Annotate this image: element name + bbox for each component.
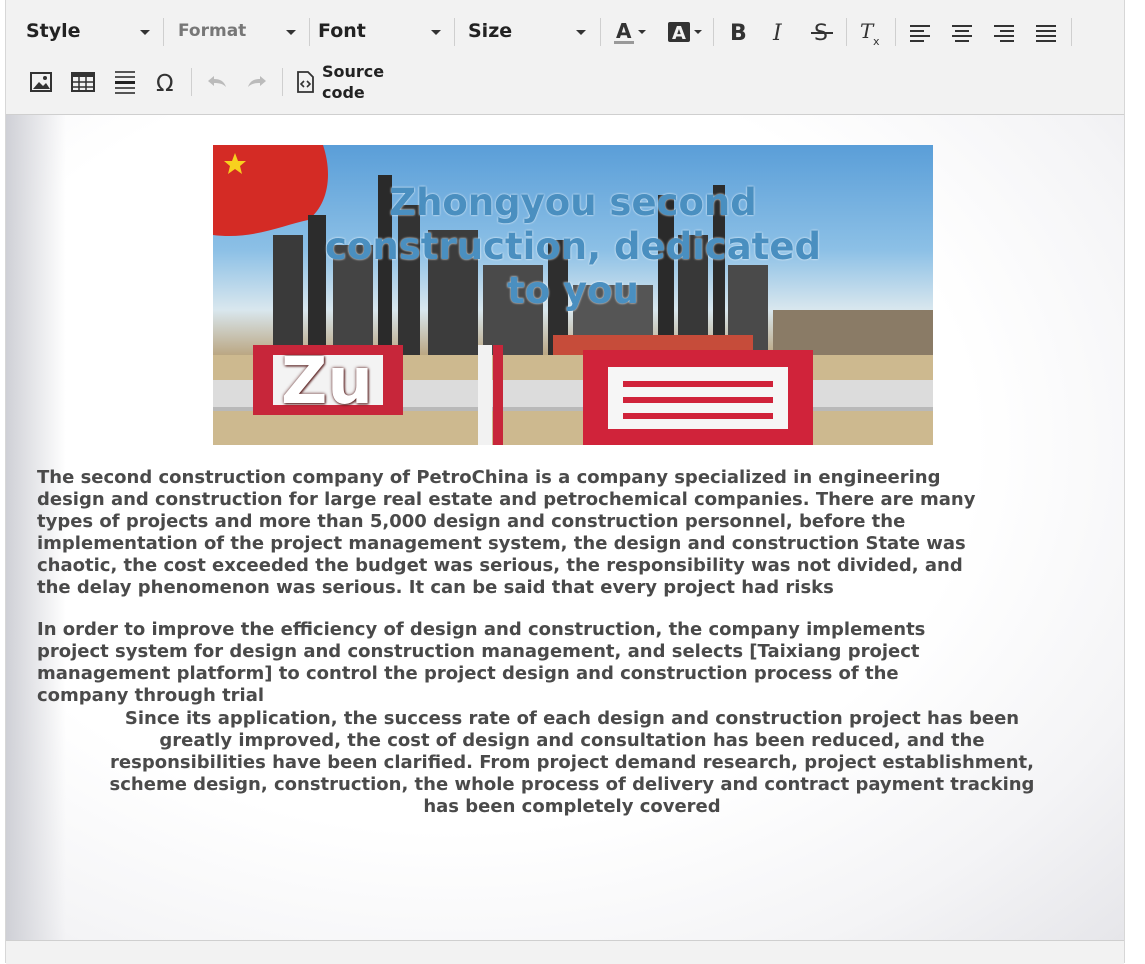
paragraph-intro: The second construction company of Petro…: [37, 467, 976, 598]
image-icon: [30, 72, 52, 92]
horizontal-line-icon: [115, 71, 135, 94]
align-justify-icon: [1036, 25, 1056, 42]
svg-text:A: A: [616, 19, 632, 43]
italic-button[interactable]: I: [762, 16, 794, 48]
redo-icon: [248, 76, 266, 87]
toolbar-divider: [454, 18, 455, 46]
strikethrough-button[interactable]: S: [806, 16, 838, 48]
font-chevron-down-icon: [431, 30, 441, 35]
svg-text:x: x: [873, 35, 880, 48]
font-dropdown-label: Font: [318, 20, 366, 42]
insert-table-button[interactable]: [67, 66, 99, 98]
align-center-icon: [952, 25, 972, 42]
table-icon: [71, 72, 95, 92]
toolbar-divider: [1071, 18, 1072, 46]
strikethrough-icon: S: [811, 21, 833, 46]
toolbar-divider: [191, 68, 192, 96]
style-dropdown[interactable]: Style: [26, 14, 156, 48]
format-chevron-down-icon: [286, 30, 296, 35]
clear-formatting-button[interactable]: T x: [854, 16, 886, 48]
source-code-label: Source code: [322, 62, 385, 102]
source-code-button[interactable]: Source code: [296, 60, 392, 104]
align-right-button[interactable]: [988, 16, 1020, 48]
special-character-icon: Ω: [156, 71, 174, 97]
toolbar-divider: [846, 18, 847, 46]
banner-image[interactable]: Zhongyou second construction, dedicated …: [213, 145, 933, 445]
style-dropdown-label: Style: [26, 20, 81, 42]
paragraph-results: Since its application, the success rate …: [109, 708, 1035, 817]
redo-button[interactable]: [242, 66, 274, 98]
rich-text-editor: Style Format Font Size A A B I S T x Ω S…: [5, 0, 1125, 964]
toolbar-divider: [163, 18, 164, 46]
paragraph-implementation: In order to improve the efficiency of de…: [37, 619, 926, 706]
special-character-button[interactable]: Ω: [151, 66, 183, 98]
undo-icon: [208, 76, 226, 87]
background-color-button[interactable]: A: [666, 16, 706, 48]
text-color-button[interactable]: A: [610, 16, 650, 48]
size-dropdown-label: Size: [468, 20, 513, 42]
italic-icon: I: [772, 21, 783, 46]
clear-formatting-icon: T x: [860, 19, 880, 48]
svg-text:A: A: [672, 23, 686, 44]
svg-text:I: I: [772, 21, 783, 46]
style-chevron-down-icon: [140, 30, 150, 35]
editor-content-area[interactable]: Zhongyou second construction, dedicated …: [6, 115, 1124, 940]
bold-icon: B: [730, 21, 747, 46]
background-color-icon: A: [668, 22, 702, 44]
align-center-button[interactable]: [946, 16, 978, 48]
source-code-icon: [297, 71, 314, 93]
svg-text:Ω: Ω: [156, 71, 174, 97]
align-right-icon: [994, 25, 1014, 42]
font-dropdown[interactable]: Font: [318, 14, 448, 48]
toolbar-divider: [600, 18, 601, 46]
format-dropdown[interactable]: Format: [178, 14, 303, 48]
undo-button[interactable]: [200, 66, 232, 98]
editor-toolbar: Style Format Font Size A A B I S T x Ω S…: [6, 0, 1124, 115]
toolbar-divider: [282, 68, 283, 96]
svg-text:B: B: [730, 21, 747, 46]
align-justify-button[interactable]: [1030, 16, 1062, 48]
align-left-icon: [910, 25, 930, 42]
toolbar-divider: [713, 18, 714, 46]
banner-title: Zhongyou second construction, dedicated …: [325, 181, 821, 312]
toolbar-divider: [309, 18, 310, 46]
text-color-icon: A: [614, 19, 646, 44]
bold-button[interactable]: B: [722, 16, 754, 48]
align-left-button[interactable]: [904, 16, 936, 48]
horizontal-line-button[interactable]: [109, 66, 141, 98]
editor-statusbar: [6, 940, 1124, 964]
insert-image-button[interactable]: [25, 66, 57, 98]
size-chevron-down-icon: [576, 30, 586, 35]
format-dropdown-label: Format: [178, 21, 247, 41]
toolbar-divider: [895, 18, 896, 46]
banner-overlay-text: Zu: [281, 345, 373, 419]
